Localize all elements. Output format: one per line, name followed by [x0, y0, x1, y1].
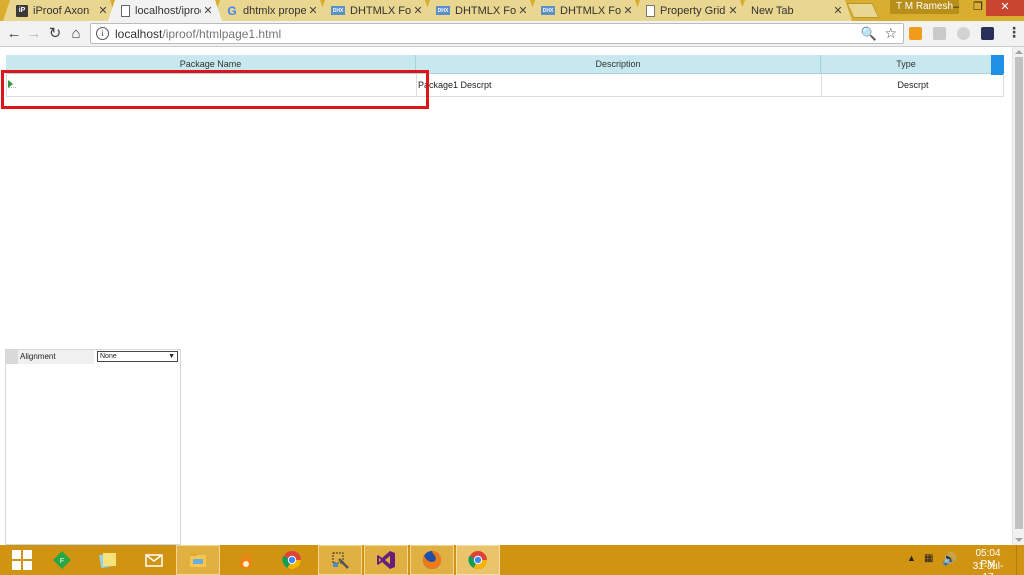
- back-arrow-icon[interactable]: ←: [4, 24, 24, 44]
- chrome-icon: [468, 551, 487, 570]
- info-icon[interactable]: i: [96, 27, 109, 40]
- property-row-gutter: [6, 350, 18, 364]
- taskbar-app-firefox[interactable]: [410, 545, 454, 575]
- close-icon[interactable]: ✕: [201, 4, 215, 17]
- page-favicon-icon: [121, 4, 130, 17]
- scroll-up-arrow-icon[interactable]: [1015, 50, 1023, 54]
- dhtmlx-favicon-icon: DHX: [541, 6, 555, 15]
- property-grid: Alignment None ▼: [5, 349, 181, 545]
- url-path: /iproof/htmlpage1.html: [162, 27, 282, 41]
- taskbar-app-chrome[interactable]: [270, 545, 314, 575]
- mail-icon: [145, 554, 163, 567]
- grey-extension-icon[interactable]: [957, 27, 970, 40]
- description-cell[interactable]: Package1 Descrpt: [417, 74, 822, 97]
- tab-title: DHTMLX Foru: [560, 4, 621, 17]
- bookmark-star-icon[interactable]: ☆: [884, 25, 897, 42]
- chrome-icon: [282, 551, 301, 570]
- property-row[interactable]: Alignment None ▼: [6, 349, 180, 364]
- visual-studio-icon: [377, 551, 395, 569]
- window-close-icon[interactable]: ✕: [986, 0, 1024, 16]
- document-favicon-icon: [646, 4, 655, 17]
- sticky-notes-icon: [99, 552, 116, 569]
- column-header-type[interactable]: Type: [821, 55, 991, 74]
- zoom-icon[interactable]: 🔍: [861, 26, 877, 42]
- taskbar-app-chrome-active[interactable]: [456, 545, 500, 575]
- windows-taskbar: F ▲ ▦ 🔊 05:04 PM 31-Jul-17: [0, 545, 1024, 575]
- dhtmlx-favicon-icon: DHX: [331, 6, 345, 15]
- dropdown-caret-icon[interactable]: ▼: [168, 352, 175, 361]
- iproof-favicon-icon: iP: [16, 4, 28, 17]
- tab-title: dhtmlx proper: [243, 4, 306, 17]
- highlight-box: [1, 70, 429, 109]
- forward-arrow-icon[interactable]: →: [24, 24, 44, 44]
- svg-text:F: F: [60, 558, 64, 565]
- grid-scroll-corner: [991, 55, 1004, 75]
- tray-expand-icon[interactable]: ▲: [907, 553, 916, 563]
- orange-extension-icon[interactable]: [909, 27, 922, 40]
- windows-logo-icon: [12, 550, 32, 570]
- tab-dhtmlx-forum-2[interactable]: DHX DHTMLX Forur ✕: [423, 0, 537, 21]
- reload-icon[interactable]: ↻: [45, 24, 65, 44]
- taskbar-app-explorer[interactable]: [176, 545, 220, 575]
- tab-title: DHTMLX Forur: [350, 4, 411, 17]
- column-header-description[interactable]: Description: [416, 55, 821, 74]
- taskbar-app-mail[interactable]: [132, 545, 176, 575]
- dhtmlx-favicon-icon: DHX: [436, 6, 450, 15]
- firefox-icon: [423, 550, 442, 569]
- tab-property-grid[interactable]: Property Grid ✕: [633, 0, 747, 21]
- tools-icon: [332, 552, 349, 569]
- minimize-icon[interactable]: –: [944, 0, 968, 16]
- taskbar-app-tools[interactable]: [318, 545, 362, 575]
- tab-title: DHTMLX Forur: [455, 4, 516, 17]
- browser-tab-strip: iP iProof Axon ✕ G dhtmlx proper ✕ DHX D…: [0, 0, 1024, 21]
- close-icon[interactable]: ✕: [831, 4, 845, 17]
- scroll-down-arrow-icon[interactable]: [1015, 538, 1023, 542]
- clock-date[interactable]: 31-Jul-17: [968, 561, 1008, 575]
- pdf-extension-icon[interactable]: [933, 27, 946, 40]
- tab-title: iProof Axon: [33, 4, 90, 17]
- alignment-select-value: None: [100, 353, 117, 360]
- home-icon[interactable]: ⌂: [66, 24, 86, 44]
- tab-title: New Tab: [751, 4, 794, 17]
- green-diamond-icon: F: [53, 551, 71, 569]
- tab-new-tab[interactable]: New Tab ✕: [738, 0, 852, 21]
- url-host: localhost: [115, 27, 163, 41]
- tab-iproof-axon[interactable]: iP iProof Axon ✕: [3, 0, 117, 21]
- address-bar[interactable]: i localhost/iproof/htmlpage1.html 🔍 ☆: [90, 23, 904, 44]
- alignment-select[interactable]: None ▼: [97, 351, 178, 362]
- type-cell[interactable]: Descrpt: [822, 74, 1004, 97]
- taskbar-app-notes[interactable]: [86, 545, 130, 575]
- file-explorer-icon: [190, 553, 206, 567]
- taskbar-app-green[interactable]: F: [40, 545, 84, 575]
- property-name: Alignment: [18, 350, 94, 364]
- tab-dhtmlx-forum-3[interactable]: DHX DHTMLX Foru ✕: [528, 0, 642, 21]
- fire-icon: [240, 551, 252, 569]
- taskbar-app-fire[interactable]: [224, 545, 268, 575]
- network-icon[interactable]: ▦: [924, 553, 933, 564]
- google-favicon-icon: G: [227, 3, 237, 18]
- tab-title: Property Grid: [660, 4, 726, 17]
- browser-menu-icon[interactable]: ⋮: [1007, 24, 1021, 41]
- scrollbar-thumb[interactable]: [1015, 57, 1023, 529]
- tab-title: localhost/iproo: [135, 4, 201, 17]
- tab-localhost-active[interactable]: localhost/iproo ✕: [108, 0, 222, 21]
- tab-dhtmlx-forum-1[interactable]: DHX DHTMLX Forur ✕: [318, 0, 432, 21]
- browser-toolbar: ← → ↻ ⌂ i localhost/iproof/htmlpage1.htm…: [0, 21, 1024, 47]
- dark-extension-icon[interactable]: [981, 27, 994, 40]
- page-scrollbar[interactable]: [1012, 47, 1024, 545]
- tab-dhtmlx-property[interactable]: G dhtmlx proper ✕: [213, 0, 327, 21]
- show-desktop-button[interactable]: [1016, 545, 1024, 575]
- start-button[interactable]: [0, 545, 44, 575]
- url-text[interactable]: localhost/iproof/htmlpage1.html: [115, 27, 281, 41]
- volume-icon[interactable]: 🔊: [942, 552, 957, 566]
- taskbar-app-vs[interactable]: [364, 545, 408, 575]
